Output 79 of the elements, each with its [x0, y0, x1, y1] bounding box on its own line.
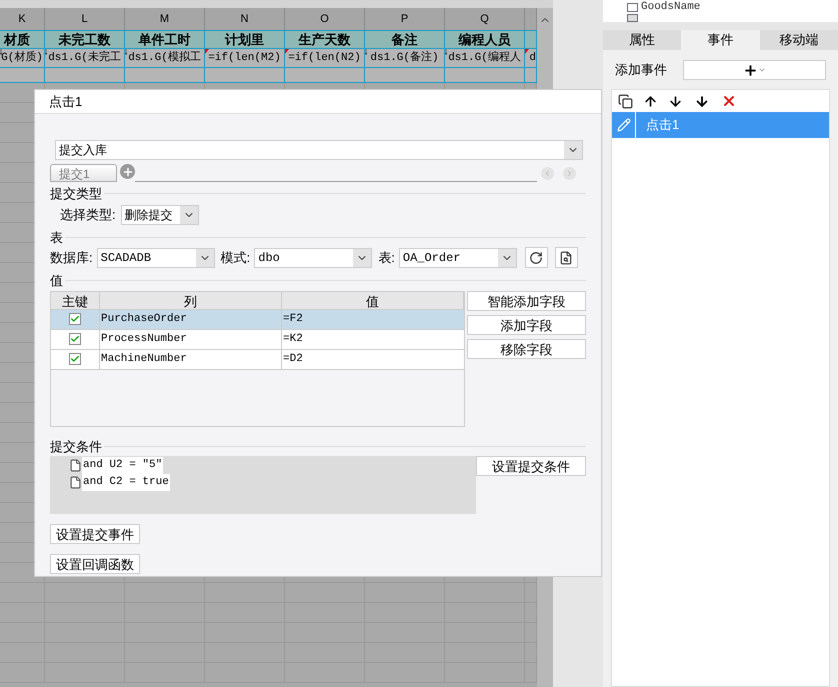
action-button[interactable]: 设置提交条件: [476, 456, 586, 476]
table-cell-text: ds1.G(编程人: [448, 50, 521, 66]
table-cell-text: =if(len(N2): [288, 50, 361, 66]
column-letter: M: [160, 12, 170, 27]
table-row[interactable]: ProcessNumber =K2: [51, 330, 464, 350]
column-header[interactable]: 值: [282, 292, 464, 308]
preview-button[interactable]: [554, 247, 578, 268]
action-button[interactable]: 智能添加字段: [467, 290, 586, 310]
table-cell: 材质: [4, 31, 30, 48]
field-label: 选择类型:: [60, 206, 116, 224]
panel-tab[interactable]: 事件: [681, 30, 760, 50]
label-icon: [627, 14, 638, 22]
column-letter: O: [320, 12, 329, 27]
field-label: 表:: [378, 248, 395, 267]
table-cell-text: ds1.G(未完工: [48, 50, 121, 66]
row-checkbox[interactable]: [69, 353, 81, 365]
column-header[interactable]: 主键: [51, 292, 100, 308]
table-cell: 备注: [392, 31, 418, 48]
section-title: 提交类型: [50, 185, 102, 203]
action-button[interactable]: 移除字段: [467, 338, 586, 358]
add-tab-icon[interactable]: [120, 164, 135, 179]
table-cell-text: PurchaseOrder: [101, 312, 187, 327]
table-cell-text: G(材质): [1, 50, 43, 66]
table-cell: 单件工时: [138, 31, 190, 48]
row-checkbox[interactable]: [69, 313, 81, 325]
table-cell-text: =F2: [283, 312, 303, 327]
table-cell-text: ds1.G(模拟工: [128, 50, 201, 66]
section-title: 表: [50, 228, 63, 246]
action-button[interactable]: 设置回调函数: [50, 554, 140, 574]
column-letter: Q: [480, 12, 489, 27]
preview-icon: [559, 250, 574, 264]
table-cell-text: =D2: [283, 352, 303, 367]
dropdown-field[interactable]: 提交入库: [55, 140, 583, 160]
condition-item[interactable]: and C2 = true: [82, 474, 170, 491]
row-checkbox[interactable]: [69, 333, 81, 345]
table-row[interactable]: PurchaseOrder =F2: [51, 310, 464, 330]
table-cell: 生产天数: [298, 31, 350, 48]
plus-icon: [743, 62, 758, 78]
refresh-icon: [529, 250, 544, 264]
dropdown-field[interactable]: SCADADB: [96, 248, 215, 268]
dropdown-field[interactable]: dbo: [254, 248, 372, 268]
table-cell-text: =if(len(M2): [208, 50, 281, 66]
dropdown-field[interactable]: 删除提交: [120, 204, 199, 224]
table-cell-text: ds1.G(备注): [370, 50, 439, 66]
action-button[interactable]: 设置提交事件: [50, 524, 140, 544]
move-down-icon[interactable]: [668, 94, 683, 108]
document-icon: [69, 475, 82, 490]
copy-icon[interactable]: [618, 94, 633, 108]
table-cell-text: =K2: [283, 332, 303, 347]
submit-tab[interactable]: 提交1: [50, 164, 117, 182]
dialog-title: 点击1: [49, 92, 82, 111]
table-cell: 未完工数: [58, 31, 110, 48]
move-up-icon[interactable]: [643, 94, 658, 108]
column-header[interactable]: 列: [100, 292, 282, 308]
table-cell-text: ProcessNumber: [101, 332, 187, 347]
add-event-label: 添加事件: [615, 61, 667, 80]
field-label: 模式:: [220, 248, 250, 267]
section-title: 值: [50, 272, 63, 290]
edit-icon: [616, 118, 630, 132]
column-letter: L: [81, 12, 88, 27]
refresh-button[interactable]: [524, 247, 548, 268]
delete-icon[interactable]: [721, 93, 737, 109]
column-letter: N: [240, 12, 248, 27]
dropdown-field[interactable]: OA_Order: [398, 248, 517, 268]
table-cell: 计划里: [225, 31, 264, 48]
tree-item[interactable]: GoodsName: [641, 1, 700, 13]
table-cell-text: d: [529, 50, 536, 66]
column-letter: P: [400, 12, 408, 27]
caret-icon: [758, 66, 766, 74]
document-icon: [69, 458, 82, 473]
action-button[interactable]: 添加字段: [467, 314, 586, 334]
table-row[interactable]: MachineNumber =D2: [51, 350, 464, 370]
field-label: 数据库:: [50, 248, 93, 267]
condition-item[interactable]: and U2 = "5": [82, 457, 164, 474]
section-title: 提交条件: [50, 438, 102, 456]
column-letter: K: [18, 12, 26, 27]
table-cell-text: MachineNumber: [101, 352, 187, 367]
field-icon: [627, 2, 638, 12]
table-cell: 编程人员: [458, 31, 510, 48]
